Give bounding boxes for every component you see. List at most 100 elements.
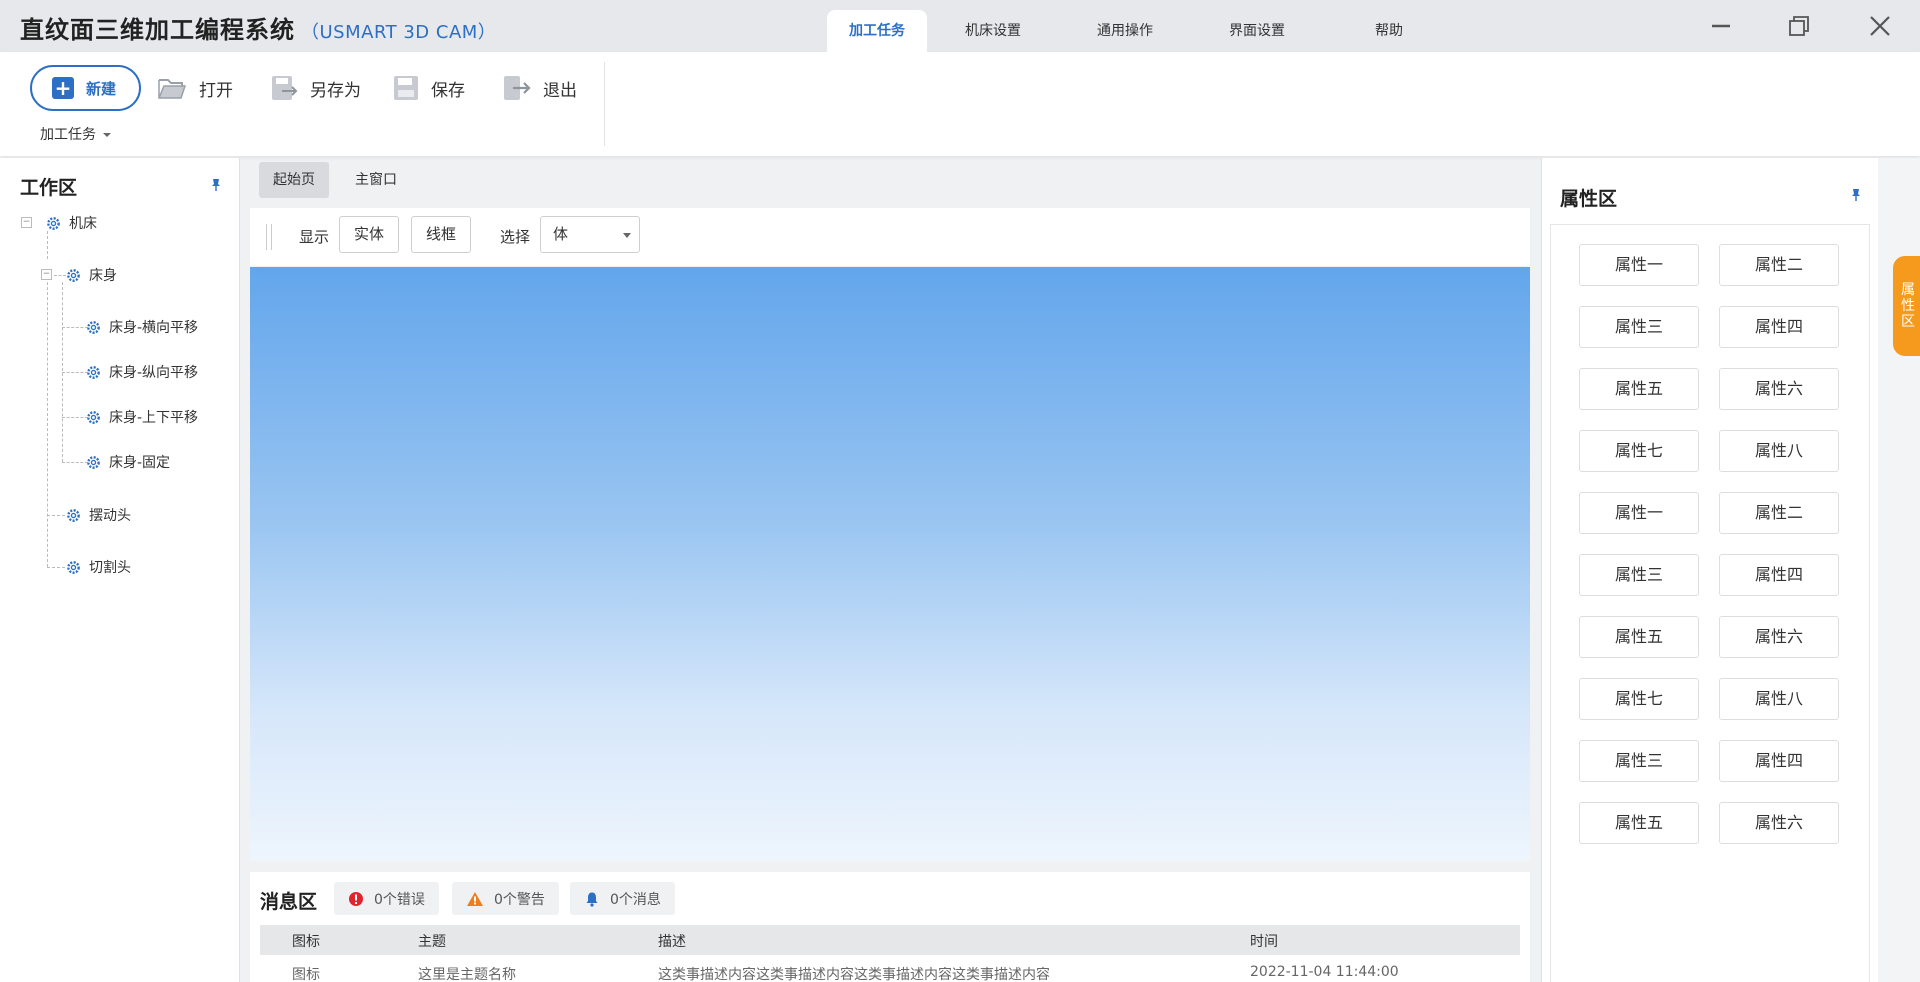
property-button[interactable]: 属性七: [1579, 678, 1699, 720]
tree-label: 床身-纵向平移: [109, 365, 199, 381]
property-button[interactable]: 属性七: [1579, 430, 1699, 472]
tree-node-bed[interactable]: 床身: [66, 265, 117, 285]
pin-icon[interactable]: [209, 178, 223, 192]
property-button[interactable]: 属性三: [1579, 554, 1699, 596]
warnings-filter[interactable]: 0个警告: [452, 882, 559, 915]
tree-label: 切割头: [89, 560, 131, 576]
tree-label: 机床: [69, 216, 97, 232]
app-subtitle: （USMART 3D CAM）: [301, 22, 497, 43]
open-label: 打开: [199, 80, 233, 101]
close-icon: [1870, 16, 1890, 36]
tree-label: 床身-上下平移: [109, 410, 199, 426]
tree-line: [62, 372, 88, 373]
column-header-description: 描述: [658, 934, 686, 950]
caret-down-icon: [103, 133, 112, 137]
side-tab-char: 属: [1901, 282, 1915, 298]
messages-filter[interactable]: 0个消息: [570, 882, 675, 915]
3d-viewport[interactable]: [250, 267, 1530, 861]
tree-line: [54, 275, 66, 276]
property-button[interactable]: 属性六: [1719, 802, 1839, 844]
pin-icon[interactable]: [1849, 188, 1863, 202]
messages-count: 0个消息: [610, 891, 661, 908]
ribbon-group-dropdown[interactable]: 加工任务: [40, 124, 112, 144]
errors-count: 0个错误: [374, 891, 425, 908]
property-button[interactable]: 属性六: [1719, 368, 1839, 410]
tree-node-machine[interactable]: 机床: [46, 213, 97, 233]
exit-button[interactable]: 退出: [503, 65, 577, 111]
close-button[interactable]: [1864, 10, 1896, 42]
toolbar-grip[interactable]: [266, 224, 272, 250]
select-mode-dropdown[interactable]: 体: [540, 216, 640, 253]
message-area-title: 消息区: [260, 891, 318, 913]
tree-node-bed-fixed[interactable]: 床身-固定: [86, 452, 170, 472]
column-header-subject: 主题: [418, 934, 446, 950]
tree-line: [62, 462, 88, 463]
save-label: 保存: [431, 80, 465, 101]
errors-filter[interactable]: 0个错误: [334, 882, 439, 915]
tab-start-page[interactable]: 起始页: [259, 162, 329, 198]
property-button[interactable]: 属性一: [1579, 492, 1699, 534]
app-title: 直纹面三维加工编程系统 （USMART 3D CAM）: [20, 10, 496, 45]
tab-machining-task[interactable]: 加工任务: [827, 10, 927, 52]
select-label: 选择: [500, 228, 531, 246]
restore-icon: [1789, 16, 1809, 36]
save-button[interactable]: 保存: [393, 65, 465, 111]
minimize-button[interactable]: [1705, 10, 1737, 42]
tree-line: [47, 515, 65, 516]
collapse-toggle[interactable]: −: [41, 269, 52, 280]
property-button[interactable]: 属性八: [1719, 430, 1839, 472]
tree-line: [62, 327, 88, 328]
tab-help[interactable]: 帮助: [1323, 10, 1455, 52]
solid-button[interactable]: 实体: [339, 216, 399, 253]
ribbon-divider: [604, 62, 605, 146]
property-button[interactable]: 属性四: [1719, 740, 1839, 782]
tab-interface-settings[interactable]: 界面设置: [1191, 10, 1323, 52]
gear-icon: [67, 268, 80, 282]
tree-node-bed-z[interactable]: 床身-上下平移: [86, 407, 198, 427]
gear-icon: [87, 455, 100, 469]
new-button[interactable]: + 新建: [30, 65, 141, 111]
ribbon-group-label: 加工任务: [40, 127, 96, 143]
tab-machine-settings[interactable]: 机床设置: [927, 10, 1059, 52]
property-button[interactable]: 属性一: [1579, 244, 1699, 286]
tab-main-window[interactable]: 主窗口: [341, 162, 411, 198]
warning-icon: [467, 891, 483, 906]
gear-icon: [87, 320, 100, 334]
properties-side-tab[interactable]: 属 性 区: [1893, 256, 1920, 356]
minimize-icon: [1712, 24, 1730, 28]
property-button[interactable]: 属性六: [1719, 616, 1839, 658]
message-row-subject: 这里是主题名称: [418, 967, 516, 982]
properties-title: 属性区: [1560, 188, 1618, 210]
property-button[interactable]: 属性二: [1719, 244, 1839, 286]
property-button[interactable]: 属性二: [1719, 492, 1839, 534]
property-button[interactable]: 属性五: [1579, 368, 1699, 410]
property-button[interactable]: 属性五: [1579, 616, 1699, 658]
open-button[interactable]: 打开: [157, 65, 233, 111]
property-button[interactable]: 属性四: [1719, 306, 1839, 348]
property-button[interactable]: 属性四: [1719, 554, 1839, 596]
tree-node-bed-y[interactable]: 床身-纵向平移: [86, 362, 198, 382]
collapse-toggle[interactable]: −: [21, 217, 32, 228]
warnings-count: 0个警告: [494, 891, 545, 908]
gear-icon: [67, 560, 80, 574]
property-button[interactable]: 属性八: [1719, 678, 1839, 720]
tree-line: [47, 272, 48, 567]
property-button[interactable]: 属性三: [1579, 740, 1699, 782]
title-bar: 直纹面三维加工编程系统 （USMART 3D CAM） 加工任务 机床设置 通用操…: [0, 0, 1920, 52]
save-icon: [394, 76, 418, 100]
property-button[interactable]: 属性三: [1579, 306, 1699, 348]
tree-node-swing-head[interactable]: 摆动头: [66, 505, 131, 525]
tree-line: [47, 567, 65, 568]
tree-label: 床身: [89, 268, 117, 284]
save-as-button[interactable]: 另存为: [270, 65, 361, 111]
gear-icon: [87, 410, 100, 424]
message-table-header: [260, 925, 1520, 955]
restore-button[interactable]: [1783, 10, 1815, 42]
folder-open-icon: [158, 79, 187, 99]
tree-node-bed-x[interactable]: 床身-横向平移: [86, 317, 198, 337]
property-button[interactable]: 属性五: [1579, 802, 1699, 844]
tree-node-cutting-head[interactable]: 切割头: [66, 557, 131, 577]
bell-icon: [586, 892, 598, 907]
tab-general-operations[interactable]: 通用操作: [1059, 10, 1191, 52]
wireframe-button[interactable]: 线框: [411, 216, 471, 253]
